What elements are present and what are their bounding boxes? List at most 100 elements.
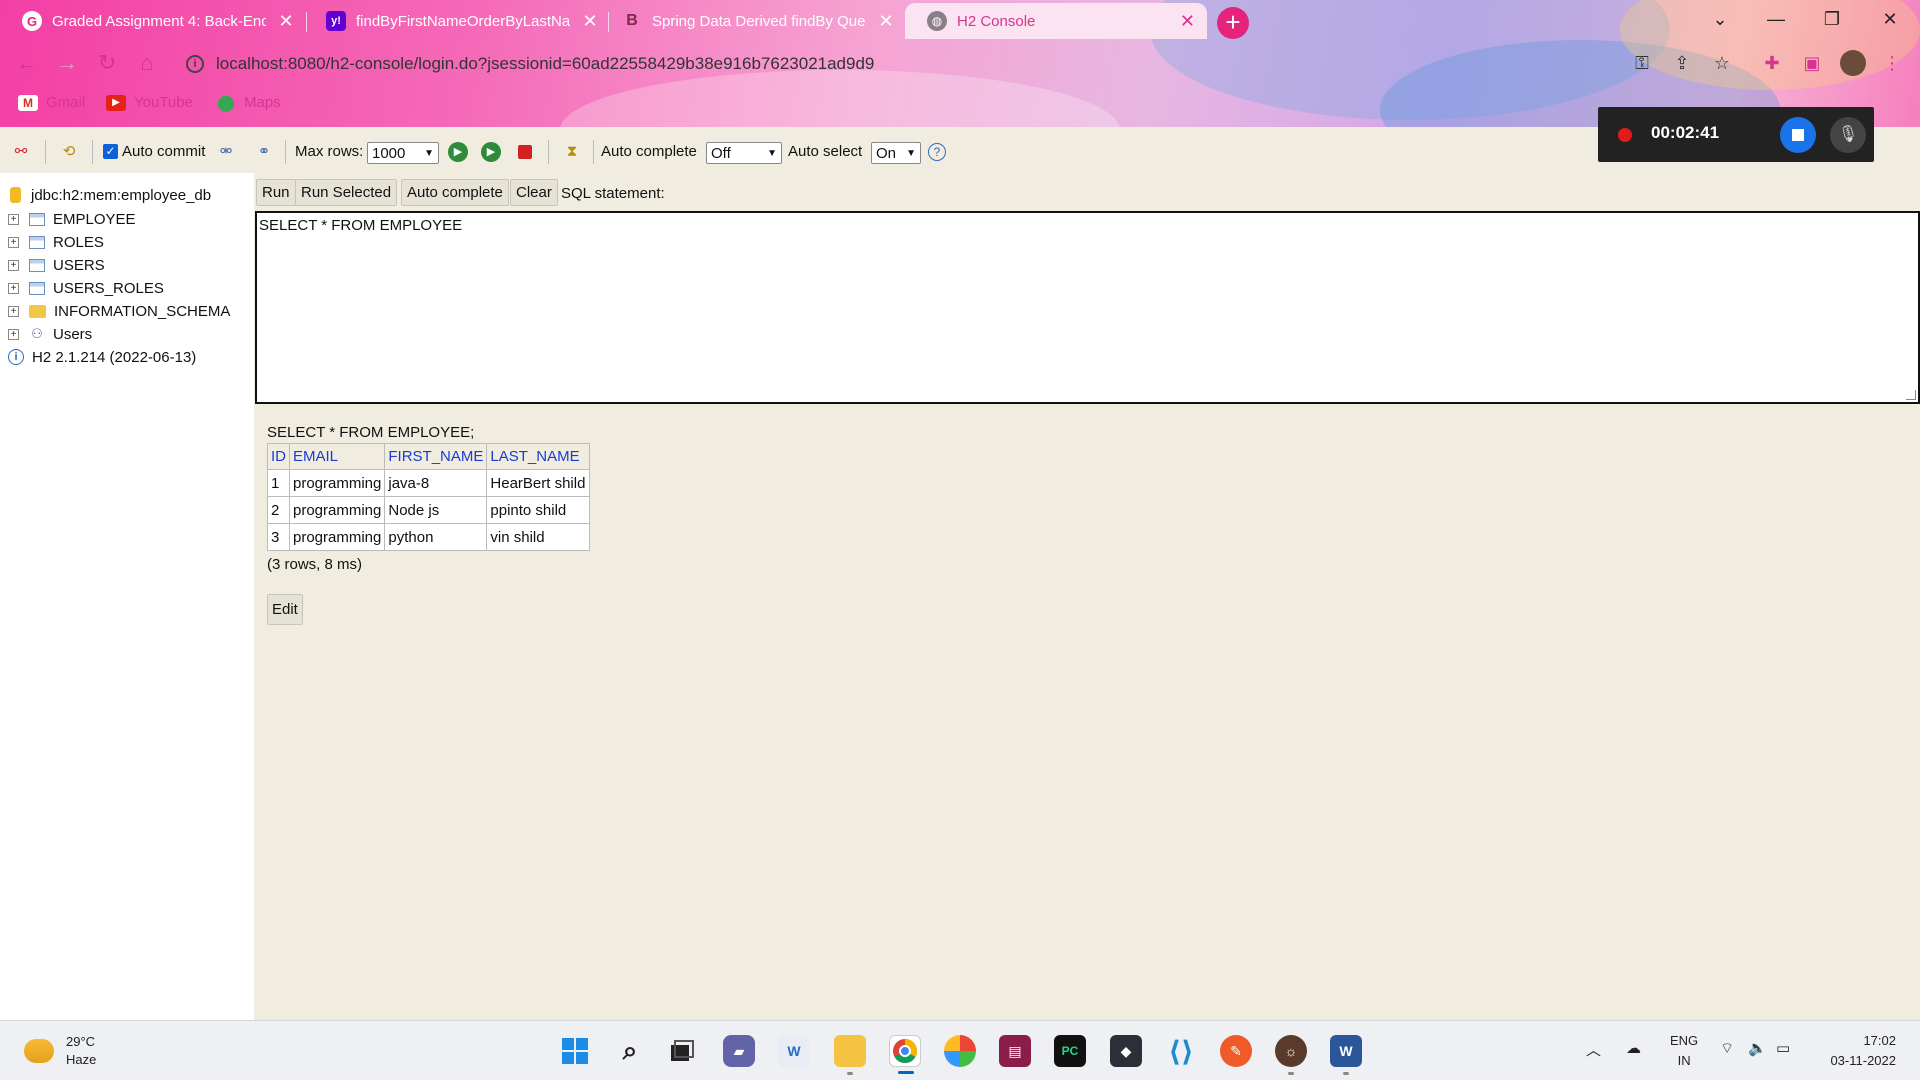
postman-icon[interactable]: ✎ [1220, 1035, 1252, 1067]
widgets-icon[interactable]: W [778, 1035, 810, 1067]
resize-handle-icon[interactable] [1906, 390, 1916, 400]
bookmark-star-icon[interactable]: ☆ [1710, 52, 1734, 76]
expand-icon[interactable]: + [8, 282, 19, 294]
menu-kebab-icon[interactable]: ⋮ [1880, 52, 1904, 76]
virtualbox-icon[interactable]: ◆ [1110, 1035, 1142, 1067]
cancel-icon[interactable] [518, 145, 532, 159]
task-view-icon[interactable] [666, 1035, 698, 1067]
weather-widget[interactable]: 29°C Haze [24, 1033, 96, 1069]
run-selected-button[interactable]: Run Selected [295, 179, 398, 206]
refresh-icon[interactable]: ⟲ [58, 141, 80, 163]
eclipse-icon[interactable]: ☼ [1275, 1035, 1307, 1075]
winrar-icon[interactable]: ▤ [999, 1035, 1031, 1067]
onedrive-cloud-icon[interactable]: ☁ [1626, 1039, 1641, 1057]
globe-icon: ◍ [927, 11, 947, 31]
column-header[interactable]: FIRST_NAME [384, 443, 488, 470]
history-icon[interactable]: ⧗ [561, 141, 583, 163]
close-tab-icon[interactable]: ✕ [1178, 11, 1197, 32]
rollback-icon[interactable]: ⚭ [253, 141, 275, 163]
close-tab-icon[interactable]: ✕ [876, 11, 896, 32]
screen-recorder-overlay: 00:02:41 🎙 [1598, 107, 1874, 162]
column-header[interactable]: ID [267, 443, 290, 470]
auto-commit-checkbox[interactable]: ✓ [103, 144, 118, 159]
back-arrow-icon[interactable]: ← [14, 51, 40, 77]
run-button[interactable]: Run [256, 179, 296, 206]
tree-information-schema[interactable]: + INFORMATION_SCHEMA [8, 300, 230, 322]
clock[interactable]: 17:02 03-11-2022 [1830, 1031, 1896, 1071]
tree-users[interactable]: + ⚇ Users [8, 323, 92, 345]
table-cell: 3 [267, 523, 290, 551]
search-icon[interactable]: ⌕ [614, 1035, 646, 1067]
volume-icon[interactable]: 🔈 [1748, 1039, 1767, 1057]
teams-chat-icon[interactable]: ▰ [723, 1035, 755, 1067]
tab-h2-console[interactable]: ◍ H2 Console ✕ [905, 3, 1207, 39]
table-icon [29, 258, 45, 272]
tree-table-users-roles[interactable]: + USERS_ROLES [8, 277, 164, 299]
auto-complete-select[interactable]: Off ▼ [706, 142, 782, 164]
wifi-icon[interactable]: ⌔ [1720, 1039, 1734, 1058]
sql-text[interactable]: SELECT * FROM EMPLOYEE [259, 217, 462, 234]
chrome-icon[interactable] [889, 1035, 921, 1074]
mic-muted-icon[interactable]: 🎙 [1830, 117, 1866, 153]
new-tab-button[interactable]: + [1217, 7, 1249, 39]
edit-button[interactable]: Edit [267, 594, 303, 625]
close-window-button[interactable]: ✕ [1862, 0, 1918, 40]
site-info-icon[interactable]: i [186, 55, 204, 73]
stop-recording-button[interactable] [1780, 117, 1816, 153]
word-icon[interactable]: W [1330, 1035, 1362, 1075]
commit-icon[interactable]: ⚮ [215, 141, 237, 163]
pycharm-icon[interactable]: PC [1054, 1035, 1086, 1067]
column-header[interactable]: EMAIL [288, 443, 386, 470]
profile-avatar[interactable] [1840, 50, 1866, 76]
vscode-icon[interactable]: ⟨⟩ [1165, 1035, 1197, 1067]
url-text[interactable]: localhost:8080/h2-console/login.do?jsess… [216, 54, 874, 74]
bookmark-maps[interactable]: ⬤ Maps [216, 94, 281, 112]
column-header[interactable]: LAST_NAME [486, 443, 591, 470]
tree-table-roles[interactable]: + ROLES [8, 231, 104, 253]
tree-version: i H2 2.1.214 (2022-06-13) [8, 346, 196, 368]
tab-spring-data[interactable]: B Spring Data Derived findBy Quer ✕ [600, 3, 906, 39]
disconnect-icon[interactable]: ⚯ [10, 141, 32, 163]
home-icon[interactable]: ⌂ [134, 51, 160, 77]
omnibox[interactable]: i localhost:8080/h2-console/login.do?jse… [176, 45, 1736, 83]
side-panel-icon[interactable]: ▣ [1800, 52, 1824, 76]
run-icon[interactable]: ▶ [448, 142, 468, 162]
show-hidden-icons-chevron[interactable]: ︿ [1586, 1039, 1601, 1060]
reload-icon[interactable]: ↻ [94, 51, 120, 77]
tree-table-employee[interactable]: + EMPLOYEE [8, 208, 136, 230]
forward-arrow-icon[interactable]: → [54, 51, 80, 77]
tab-graded-assignment[interactable]: G Graded Assignment 4: Back-End ✕ [0, 3, 306, 39]
clear-button[interactable]: Clear [510, 179, 558, 206]
auto-complete-button[interactable]: Auto complete [401, 179, 509, 206]
battery-icon[interactable]: ▭ [1776, 1039, 1790, 1057]
tab-search-chevron-icon[interactable]: ⌄ [1692, 0, 1748, 40]
expand-icon[interactable]: + [8, 259, 19, 271]
language-indicator[interactable]: ENG IN [1670, 1031, 1698, 1071]
file-explorer-icon[interactable] [834, 1035, 866, 1075]
expand-icon[interactable]: + [8, 328, 19, 340]
share-icon[interactable]: ⇪ [1670, 52, 1694, 76]
restore-button[interactable]: ❐ [1804, 0, 1860, 40]
close-tab-icon[interactable]: ✕ [580, 11, 600, 32]
tree-connection[interactable]: jdbc:h2:mem:employee_db [8, 184, 211, 206]
tree-table-users[interactable]: + USERS [8, 254, 105, 276]
run-selected-icon[interactable]: ▶ [481, 142, 501, 162]
max-rows-select[interactable]: 1000 ▼ [367, 142, 439, 164]
expand-icon[interactable]: + [8, 236, 19, 248]
expand-icon[interactable]: + [8, 305, 19, 317]
photos-icon[interactable] [944, 1035, 976, 1067]
expand-icon[interactable]: + [8, 213, 19, 225]
bookmark-youtube[interactable]: ▶ YouTube [106, 94, 193, 111]
auto-select-select[interactable]: On ▼ [871, 142, 921, 164]
password-key-icon[interactable]: ⚿ [1630, 52, 1654, 76]
start-icon[interactable] [559, 1035, 591, 1067]
bookmark-gmail[interactable]: M Gmail [18, 94, 85, 111]
toolbar-divider [92, 140, 93, 164]
close-tab-icon[interactable]: ✕ [276, 11, 296, 32]
toolbar-divider [548, 140, 549, 164]
sql-editor[interactable]: SELECT * FROM EMPLOYEE [255, 211, 1920, 404]
extensions-puzzle-icon[interactable]: ✚ [1760, 52, 1784, 76]
minimize-button[interactable]: — [1748, 0, 1804, 40]
tab-findby-firstname[interactable]: y! findByFirstNameOrderByLastNam ✕ [304, 3, 610, 39]
help-icon[interactable]: ? [928, 143, 946, 161]
